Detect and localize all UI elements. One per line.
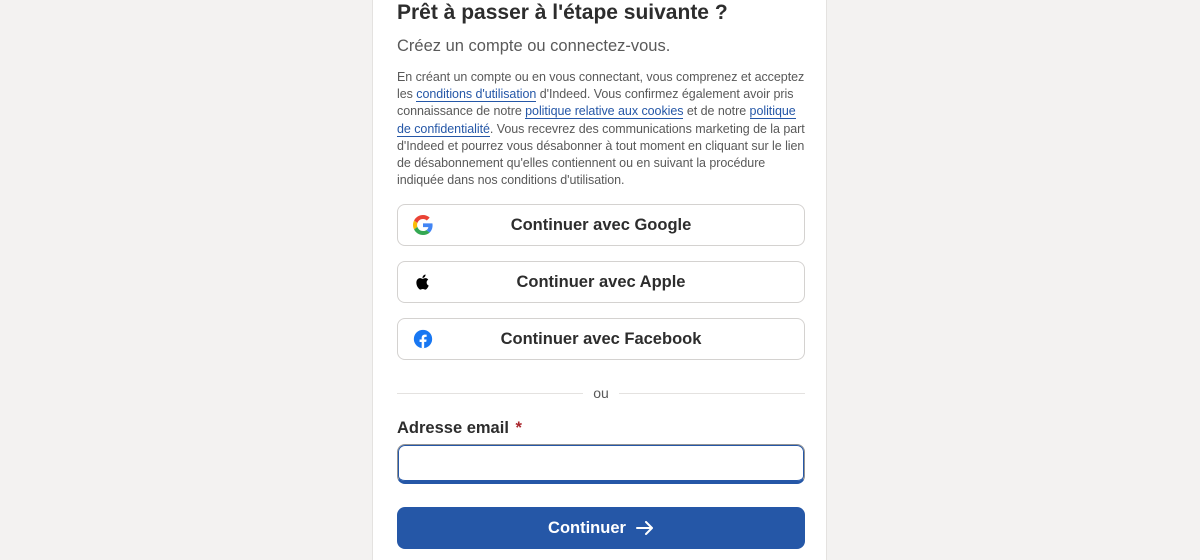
continue-button-label: Continuer [548,518,626,537]
required-marker: * [515,419,522,437]
continue-with-apple-button[interactable]: Continuer avec Apple [397,261,805,303]
email-label-text: Adresse email [397,419,509,437]
email-label: Adresse email * [397,419,522,438]
email-field[interactable] [397,444,805,484]
google-button-label: Continuer avec Google [510,215,692,234]
auth-card: Prêt à passer à l'étape suivante ? Créez… [372,0,827,560]
facebook-icon [413,329,433,349]
continue-button[interactable]: Continuer [397,507,805,549]
page-title: Prêt à passer à l'étape suivante ? [397,1,728,24]
apple-button-label: Continuer avec Apple [516,272,686,291]
legal-notice: En créant un compte ou en vous connectan… [397,69,805,189]
google-icon [413,215,433,235]
divider-line [397,392,584,394]
divider-text: ou [593,385,609,401]
legal-text: et de notre [683,104,750,119]
page-subtitle: Créez un compte ou connectez-vous. [397,37,671,55]
terms-link[interactable]: conditions d'utilisation [416,87,536,103]
apple-icon [413,272,433,292]
facebook-button-label: Continuer avec Facebook [500,329,702,348]
continue-with-facebook-button[interactable]: Continuer avec Facebook [397,318,805,360]
continue-with-google-button[interactable]: Continuer avec Google [397,204,805,246]
arrow-right-icon [635,521,654,535]
divider-line [618,392,806,394]
cookies-policy-link[interactable]: politique relative aux cookies [525,104,684,120]
or-divider: ou [397,383,806,403]
